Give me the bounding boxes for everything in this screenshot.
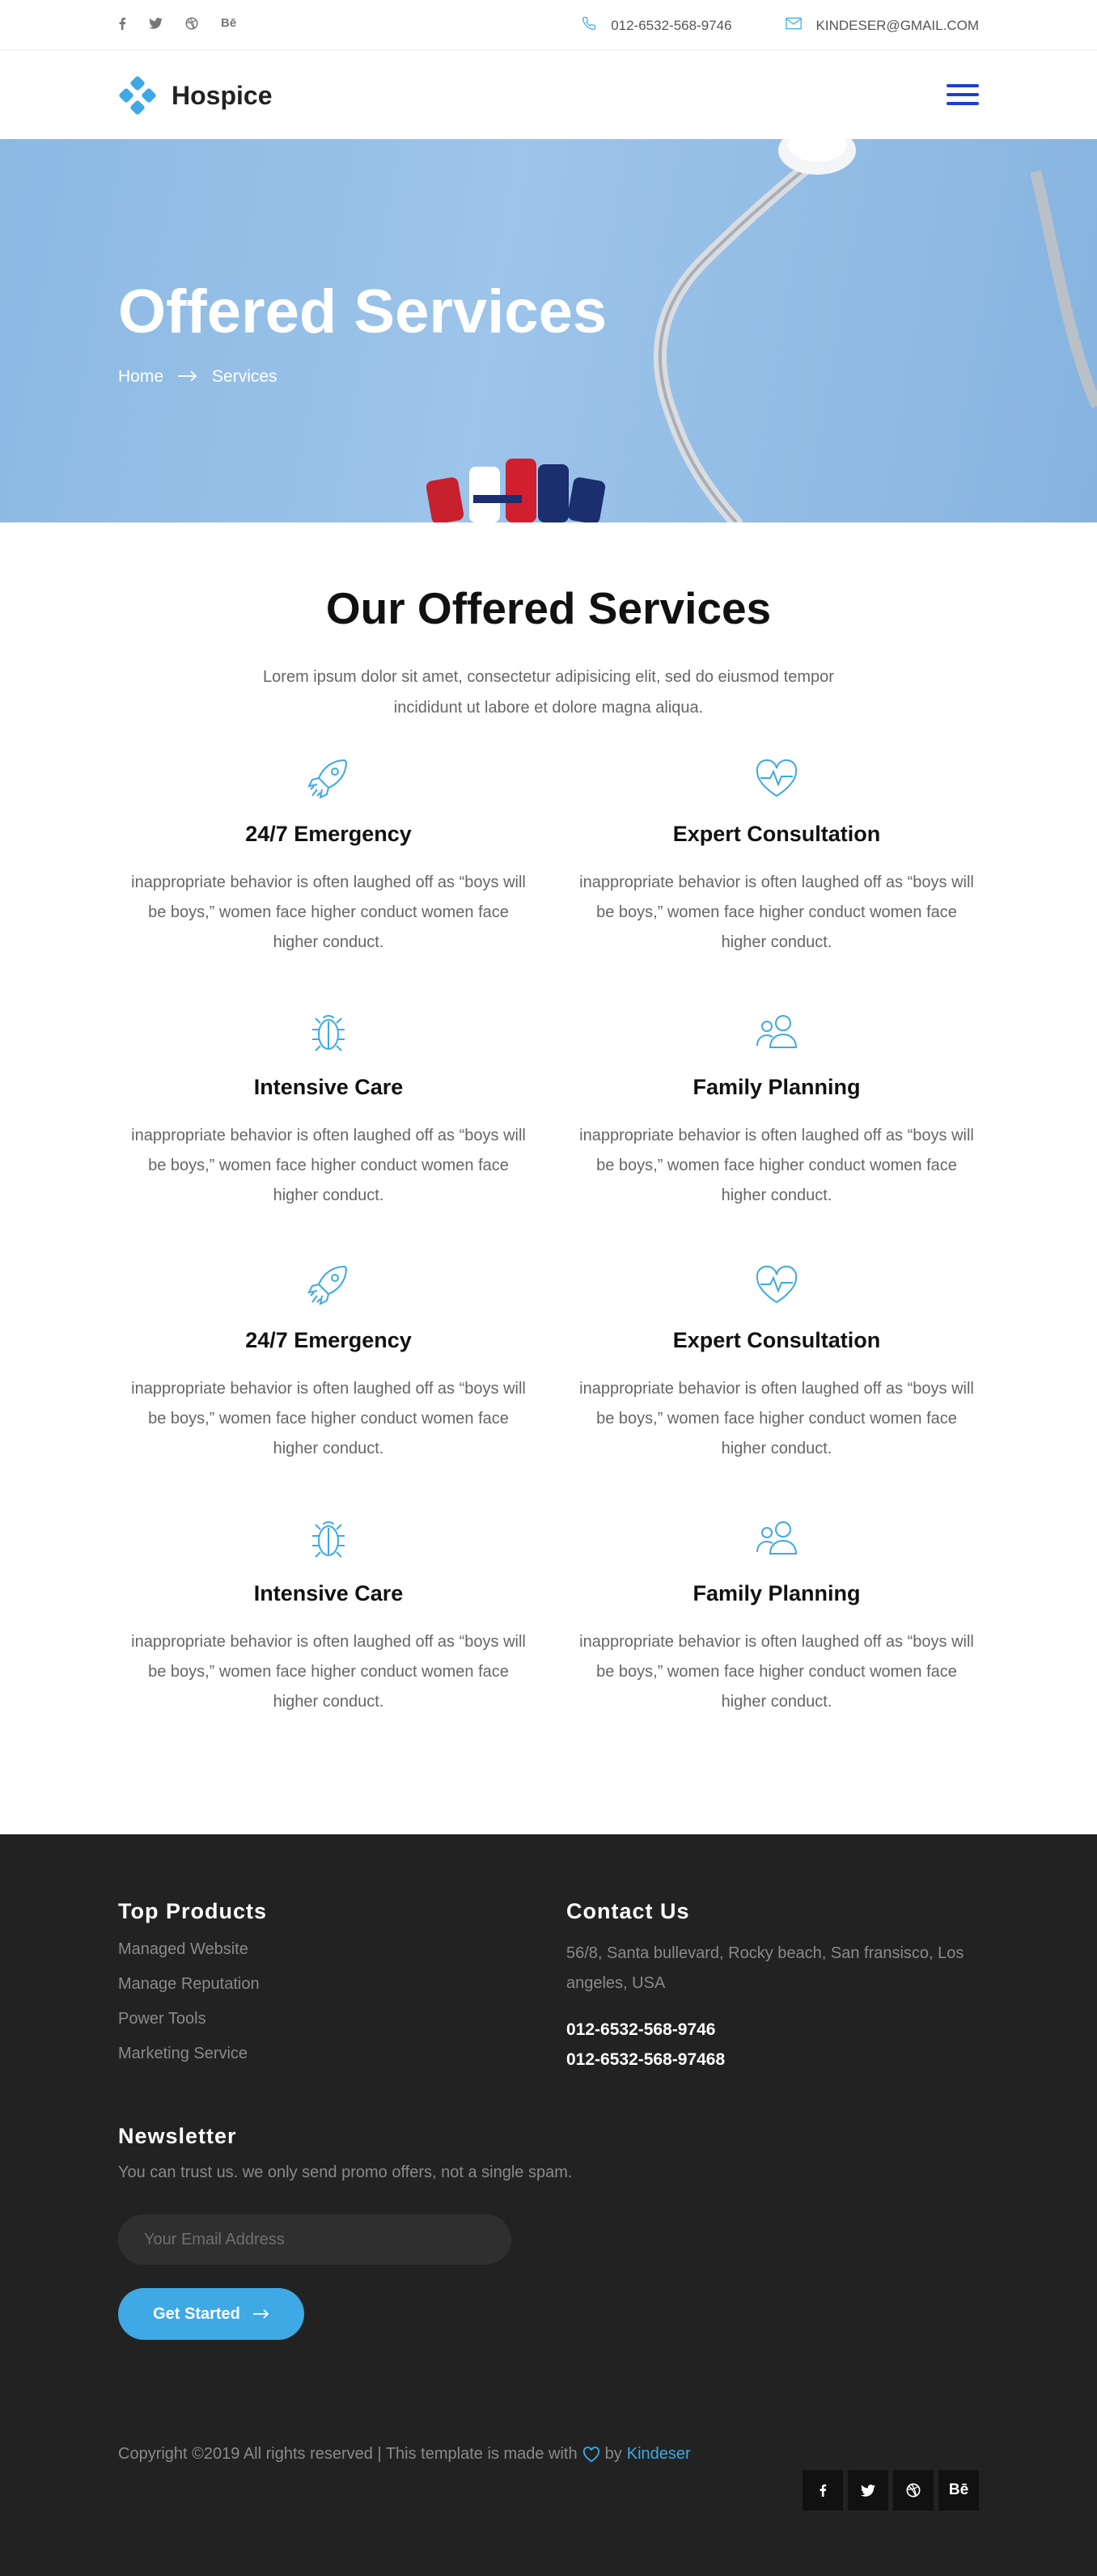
site-footer: Top Products Managed Website Manage Repu… bbox=[0, 1834, 1097, 2576]
copyright-brand-link[interactable]: Kindeser bbox=[627, 2445, 691, 2464]
bug-icon bbox=[312, 1521, 345, 1558]
heart-icon bbox=[582, 2446, 599, 2462]
copyright: Copyright ©2019 All rights reserved | Th… bbox=[118, 2445, 691, 2464]
facebook-icon[interactable] bbox=[803, 2470, 843, 2510]
top-bar: Bē 012-6532-568-9746 KINDESER@GMAIL.COM bbox=[0, 0, 1097, 50]
service-desc: inappropriate behavior is often laughed … bbox=[579, 1380, 974, 1457]
mail-icon bbox=[785, 17, 802, 34]
service-card: Family Planning inappropriate behavior i… bbox=[566, 1512, 987, 1717]
breadcrumb: Home Services bbox=[118, 367, 277, 387]
service-desc: inappropriate behavior is often laughed … bbox=[131, 1380, 526, 1457]
arrow-right-icon bbox=[178, 367, 197, 387]
products-heading: Top Products bbox=[118, 1899, 267, 1923]
family-icon bbox=[756, 1015, 798, 1048]
service-desc: inappropriate behavior is often laughed … bbox=[579, 873, 974, 951]
copyright-by: by bbox=[604, 2445, 622, 2463]
copyright-text: Copyright ©2019 All rights reserved | Th… bbox=[118, 2445, 578, 2463]
newsletter-heading: Newsletter bbox=[118, 2124, 237, 2148]
services-subtitle: Lorem ipsum dolor sit amet, consectetur … bbox=[263, 668, 834, 717]
page-banner: Offered Services Home Services bbox=[0, 139, 1097, 522]
service-title: 24/7 Emergency bbox=[245, 1328, 412, 1352]
site-logo[interactable]: Hospice bbox=[118, 76, 272, 115]
top-phone[interactable]: 012-6532-568-9746 bbox=[611, 18, 731, 34]
service-card: Expert Consultation inappropriate behavi… bbox=[566, 752, 987, 958]
service-title: Intensive Care bbox=[253, 1581, 404, 1605]
contact-phone[interactable]: 012-6532-568-97468 bbox=[566, 2045, 987, 2075]
service-title: Expert Consultation bbox=[672, 822, 881, 846]
bug-icon bbox=[312, 1015, 345, 1051]
newsletter-text: You can trust us. we only send promo off… bbox=[118, 2164, 573, 2181]
service-card: Family Planning inappropriate behavior i… bbox=[566, 1005, 987, 1211]
logo-text: Hospice bbox=[172, 80, 273, 110]
services-title: Our Offered Services bbox=[325, 583, 772, 633]
facebook-icon[interactable] bbox=[118, 17, 126, 30]
service-title: 24/7 Emergency bbox=[245, 822, 412, 846]
service-desc: inappropriate behavior is often laughed … bbox=[131, 1127, 526, 1204]
footer-link[interactable]: Marketing Service bbox=[118, 2045, 267, 2063]
service-desc: inappropriate behavior is often laughed … bbox=[131, 873, 526, 951]
menu-icon[interactable] bbox=[947, 81, 979, 108]
top-contact: 012-6532-568-9746 KINDESER@GMAIL.COM bbox=[582, 16, 979, 35]
service-card: Expert Consultation inappropriate behavi… bbox=[566, 1258, 987, 1464]
service-card: Intensive Care inappropriate behavior is… bbox=[118, 1005, 539, 1211]
service-desc: inappropriate behavior is often laughed … bbox=[579, 1633, 974, 1711]
rocket-icon bbox=[307, 759, 348, 799]
twitter-icon[interactable] bbox=[848, 2470, 888, 2510]
get-started-button[interactable]: Get Started bbox=[118, 2288, 304, 2340]
contact-address: 56/8, Santa bullevard, Rocky beach, San … bbox=[566, 1944, 964, 1992]
footer-link[interactable]: Power Tools bbox=[118, 2010, 267, 2028]
service-title: Family Planning bbox=[693, 1581, 861, 1605]
banner-title: Offered Services bbox=[118, 277, 608, 346]
service-card: Intensive Care inappropriate behavior is… bbox=[118, 1512, 539, 1717]
dribbble-icon[interactable] bbox=[185, 16, 198, 30]
service-card: 24/7 Emergency inappropriate behavior is… bbox=[118, 1258, 539, 1464]
footer-link[interactable]: Manage Reputation bbox=[118, 1975, 267, 1994]
service-title: Family Planning bbox=[693, 1075, 861, 1099]
rocket-icon bbox=[307, 1265, 348, 1305]
get-started-label: Get Started bbox=[153, 2304, 240, 2323]
footer-social-links: Bē bbox=[803, 2470, 979, 2510]
footer-link[interactable]: Managed Website bbox=[118, 1940, 267, 1959]
logo-icon bbox=[119, 76, 156, 115]
main-navbar: Hospice bbox=[0, 50, 1097, 139]
service-title: Intensive Care bbox=[253, 1075, 404, 1099]
twitter-icon[interactable] bbox=[149, 17, 163, 29]
newsletter-email-input[interactable] bbox=[118, 2214, 511, 2265]
service-desc: inappropriate behavior is often laughed … bbox=[131, 1633, 526, 1711]
footer-products: Top Products Managed Website Manage Repu… bbox=[118, 1899, 267, 2063]
behance-icon[interactable]: Bē bbox=[221, 16, 236, 30]
footer-contact: Contact Us 56/8, Santa bullevard, Rocky … bbox=[566, 1899, 987, 2075]
breadcrumb-current: Services bbox=[212, 367, 277, 386]
heartbeat-icon bbox=[756, 759, 798, 797]
heartbeat-icon bbox=[756, 1265, 798, 1304]
arrow-right-icon bbox=[252, 2309, 269, 2319]
family-icon bbox=[756, 1521, 798, 1554]
behance-icon[interactable]: Bē bbox=[938, 2470, 979, 2510]
contact-phone[interactable]: 012-6532-568-9746 bbox=[566, 2015, 987, 2045]
top-email[interactable]: KINDESER@GMAIL.COM bbox=[816, 18, 979, 34]
service-desc: inappropriate behavior is often laughed … bbox=[579, 1127, 974, 1204]
top-social-links: Bē bbox=[118, 16, 236, 30]
dribbble-icon[interactable] bbox=[893, 2470, 934, 2510]
breadcrumb-home[interactable]: Home bbox=[118, 367, 163, 387]
service-card: 24/7 Emergency inappropriate behavior is… bbox=[118, 752, 539, 958]
newsletter-section: Newsletter You can trust us. we only sen… bbox=[118, 2124, 572, 2182]
service-title: Expert Consultation bbox=[672, 1328, 881, 1352]
contact-heading: Contact Us bbox=[566, 1899, 690, 1923]
phone-icon bbox=[582, 16, 596, 35]
